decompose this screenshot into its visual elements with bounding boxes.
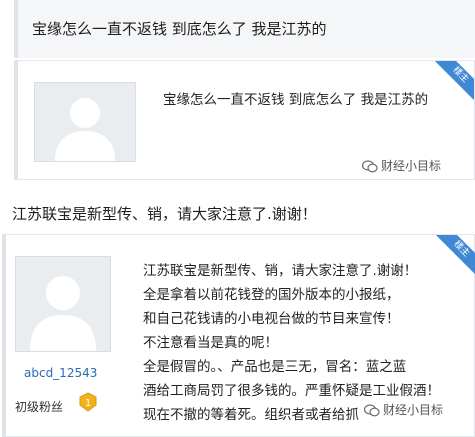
default-avatar-icon bbox=[16, 257, 110, 351]
post-line: 现在不撤的等着死。组织者或者给抓 bbox=[143, 407, 359, 423]
post-line: 酒给工商局罚了很多钱的。严重怀疑是工业假酒！ bbox=[143, 383, 440, 399]
repost-title: 江苏联宝是新型传、销，请大家注意了.谢谢！ bbox=[12, 205, 317, 223]
watermark-text: 财经小目标 bbox=[381, 159, 442, 173]
post-line: 全是假冒的。、产品也是三无，冒名：蓝之蓝 bbox=[143, 359, 407, 375]
post-body: 宝缘怎么一直不返钱 到底怎么了 我是江苏的 bbox=[163, 92, 429, 108]
watermark: 财经小目标 bbox=[362, 401, 444, 418]
post-line: 全是拿着以前花钱登的国外版本的小报纸， bbox=[143, 287, 400, 303]
avatar[interactable] bbox=[15, 256, 111, 352]
rank-level: 1 bbox=[85, 398, 91, 409]
op-badge-label: 楼主 bbox=[435, 235, 475, 275]
post-line: 和自己花钱请的小电视台做的节目来宣传！ bbox=[143, 311, 400, 327]
default-avatar-icon bbox=[35, 83, 135, 161]
post-line: 江苏联宝是新型传、销，请大家注意了.谢谢！ bbox=[143, 263, 418, 279]
avatar[interactable] bbox=[34, 82, 136, 162]
wechat-icon bbox=[364, 404, 380, 417]
watermark: 财经小目标 bbox=[362, 157, 441, 174]
username-link[interactable]: abcd_12543 bbox=[24, 366, 97, 380]
op-badge: 楼主 bbox=[435, 235, 475, 275]
op-badge-label: 楼主 bbox=[434, 61, 474, 101]
thread-title: 宝缘怎么一直不返钱 到底怎么了 我是江苏的 bbox=[32, 20, 327, 38]
user-rank: 初级粉丝 bbox=[15, 400, 64, 414]
post-line: 不注意看当是真的呢！ bbox=[143, 335, 278, 351]
op-badge: 楼主 bbox=[434, 61, 474, 101]
rank-badge-icon: 1 bbox=[78, 392, 98, 412]
watermark-text: 财经小目标 bbox=[383, 403, 444, 417]
wechat-icon bbox=[362, 160, 378, 173]
